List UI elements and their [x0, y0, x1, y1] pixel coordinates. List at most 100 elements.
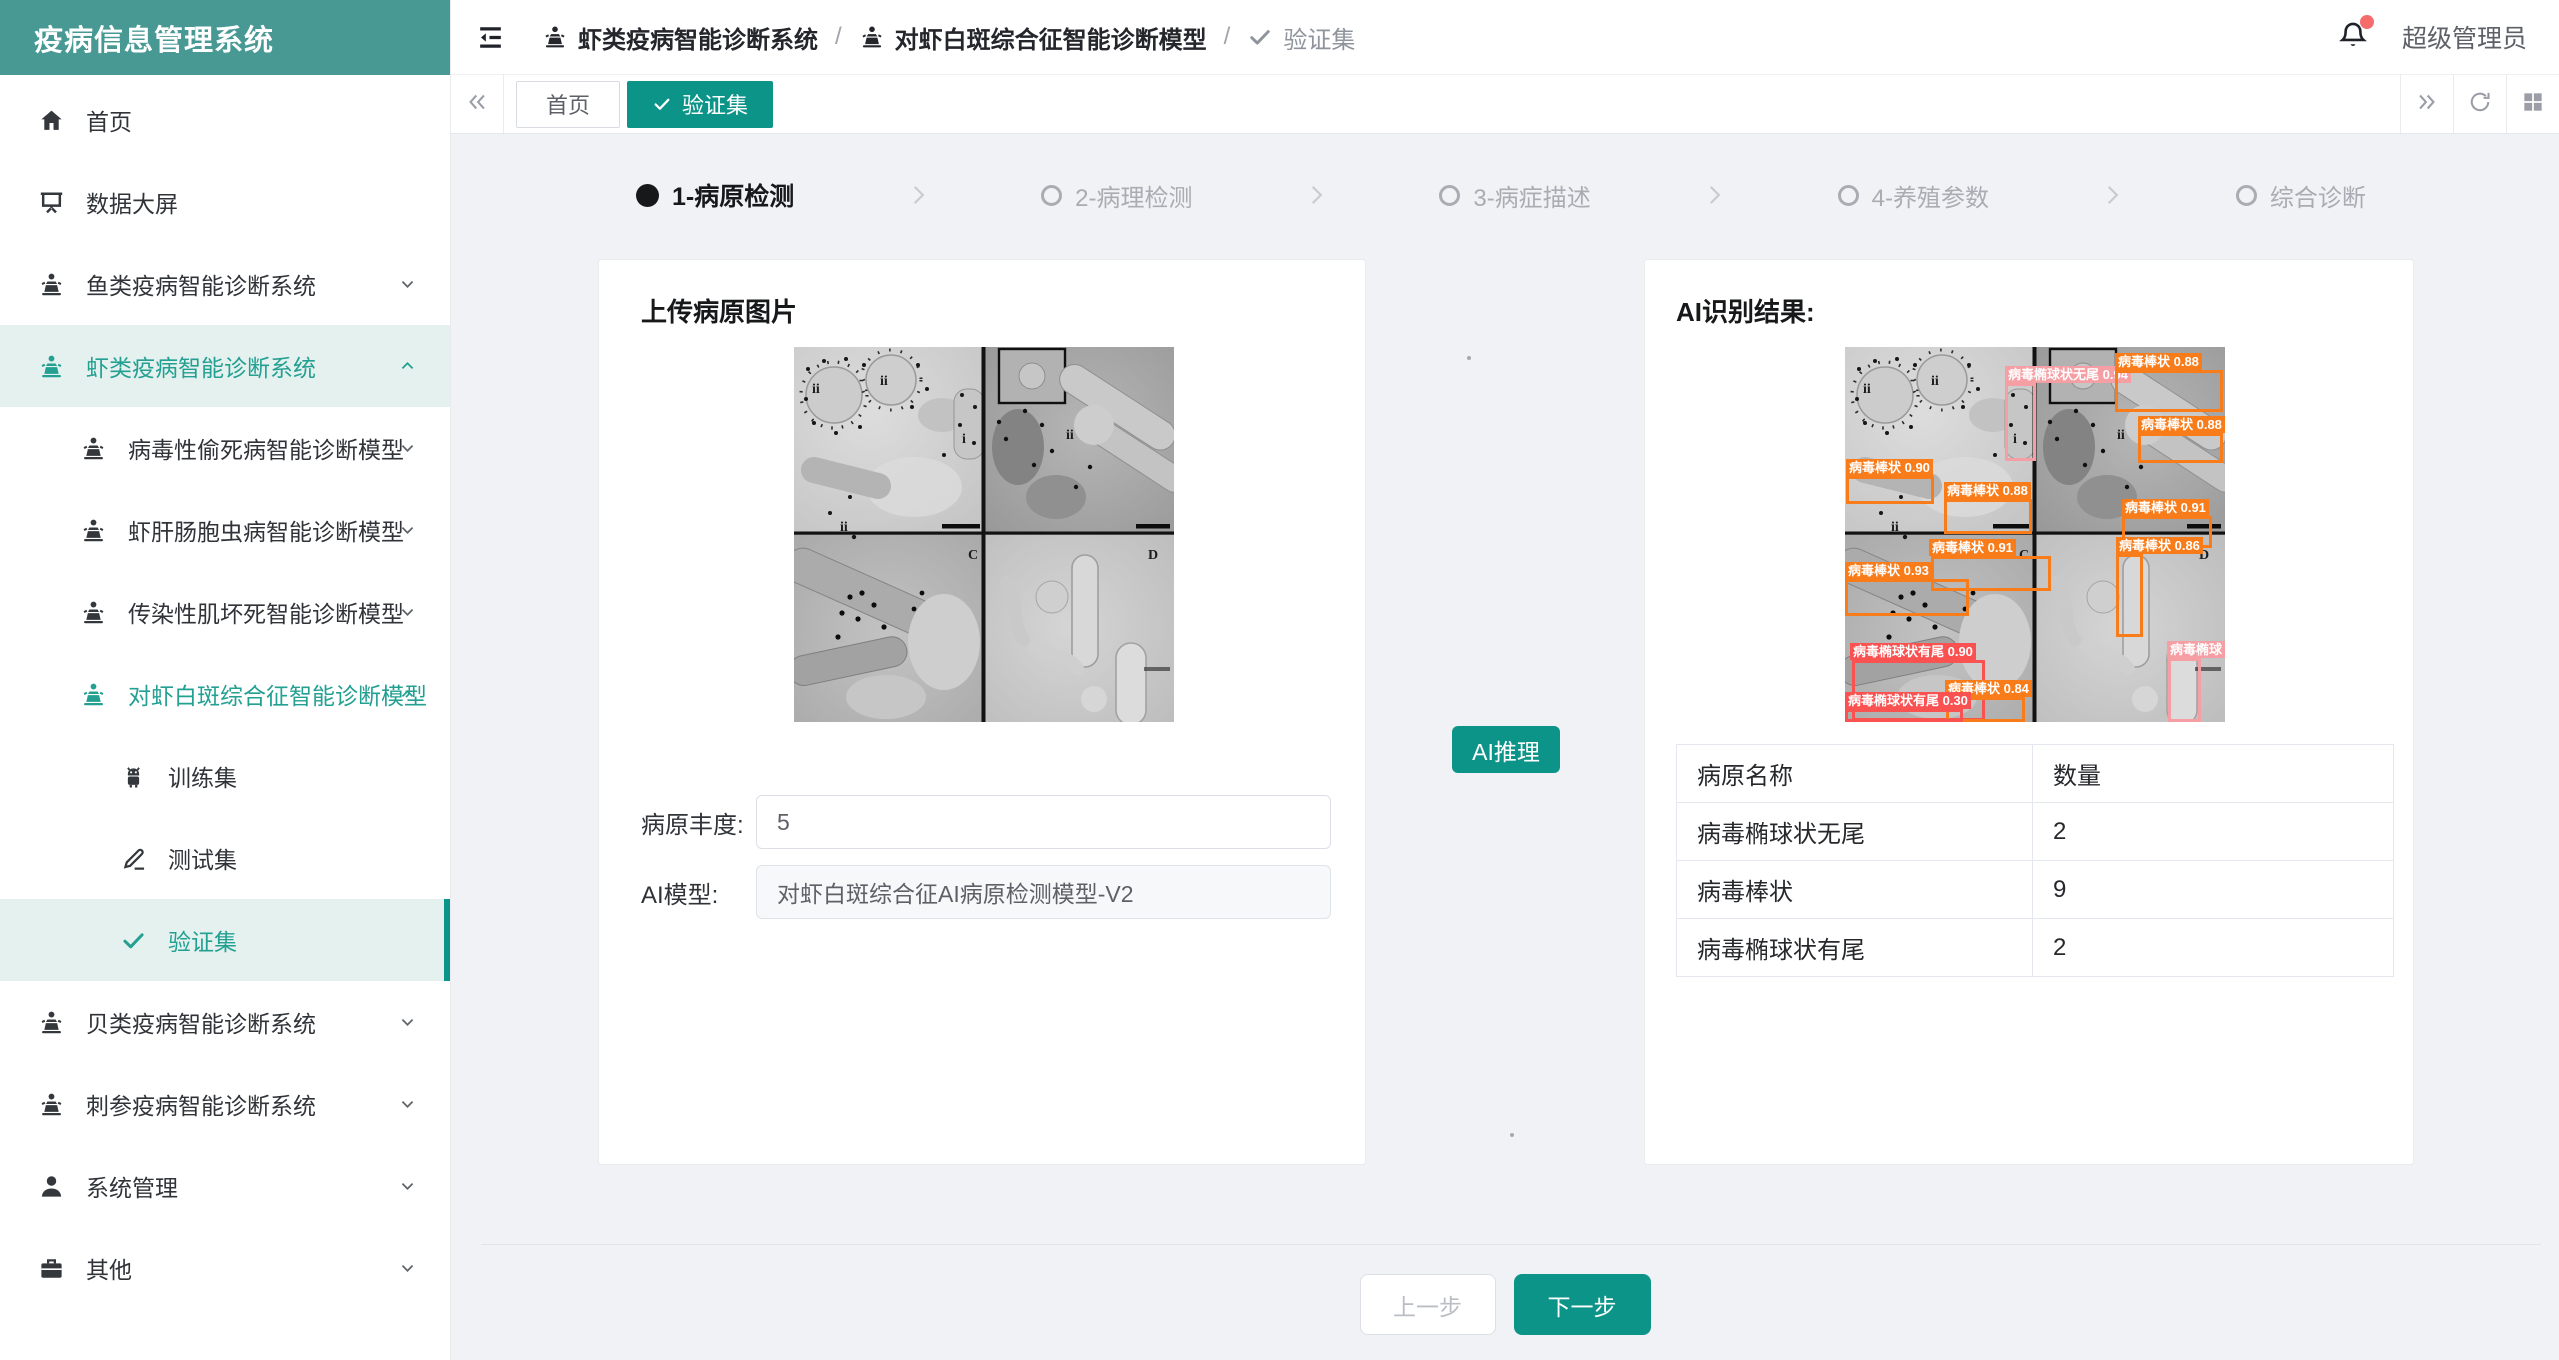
robot-icon [120, 763, 147, 790]
sidebar-item-3[interactable]: 虾类疫病智能诊断系统 [0, 325, 450, 407]
detection-box [1845, 709, 1963, 722]
abundance-row: 病原丰度: [641, 795, 1331, 849]
podium-icon [859, 24, 885, 50]
ai-model-row: AI模型: 对虾白斑综合征AI病原检测模型-V2 [641, 865, 1331, 919]
breadcrumb: 虾类疫病智能诊断系统/对虾白斑综合征智能诊断模型/验证集 [542, 20, 1355, 55]
podium-icon [80, 599, 107, 626]
sidebar-item-0[interactable]: 首页 [0, 79, 450, 161]
check-icon [120, 927, 147, 954]
table-row: 病毒椭球状无尾2 [1677, 803, 2394, 861]
podium-icon [80, 517, 107, 544]
chevron-down-icon [397, 438, 418, 459]
abundance-input[interactable] [756, 795, 1331, 849]
step-chevron-icon [1303, 182, 1329, 208]
sidebar-item-label: 病毒性偷死病智能诊断模型 [128, 431, 404, 465]
sidebar-item-12[interactable]: 刺参疫病智能诊断系统 [0, 1063, 450, 1145]
breadcrumb-item-1[interactable]: 对虾白斑综合征智能诊断模型 [859, 20, 1207, 55]
svg-text:i: i [962, 432, 966, 447]
podium-icon [38, 1009, 65, 1036]
step-chevron-icon [1701, 182, 1727, 208]
sidebar-item-13[interactable]: 系统管理 [0, 1145, 450, 1227]
tab-0[interactable]: 首页 [516, 81, 620, 128]
detection-label: 病毒棒状 0.90 [1846, 459, 1933, 476]
upload-card-title: 上传病原图片 [641, 292, 797, 329]
svg-text:ii: ii [880, 374, 888, 389]
sidebar-item-7[interactable]: 对虾白斑综合征智能诊断模型 [0, 653, 450, 735]
breadcrumb-item-0[interactable]: 虾类疫病智能诊断系统 [542, 20, 818, 55]
sidebar-item-14[interactable]: 其他 [0, 1227, 450, 1309]
sidebar-item-label: 数据大屏 [86, 185, 178, 219]
sidebar: 疫病信息管理系统 首页数据大屏鱼类疫病智能诊断系统虾类疫病智能诊断系统病毒性偷死… [0, 0, 451, 1360]
svg-text:ii: ii [812, 382, 820, 397]
sidebar-item-label: 刺参疫病智能诊断系统 [86, 1087, 316, 1121]
step-chevron-icon [2099, 182, 2125, 208]
step-label: 3-病症描述 [1473, 178, 1590, 213]
ai-inference-button[interactable]: AI推理 [1452, 726, 1560, 773]
chevron-down-icon [397, 1258, 418, 1279]
chevron-down-icon [397, 274, 418, 295]
sidebar-item-2[interactable]: 鱼类疫病智能诊断系统 [0, 243, 450, 325]
menu-fold-icon[interactable] [475, 22, 506, 53]
sidebar-item-8[interactable]: 训练集 [0, 735, 450, 817]
podium-icon [542, 24, 568, 50]
detection-label: 病毒棒状 0.88 [1944, 482, 2031, 499]
refresh-tab-button[interactable] [2453, 75, 2506, 133]
step-5[interactable]: 综合诊断 [2236, 178, 2366, 213]
ai-model-select[interactable]: 对虾白斑综合征AI病原检测模型-V2 [756, 865, 1331, 919]
table-header-row: 病原名称数量 [1677, 745, 2394, 803]
chevron-down-icon [397, 1012, 418, 1033]
breadcrumb-label: 验证集 [1283, 20, 1355, 55]
detection-box [2168, 658, 2201, 722]
sidebar-header: 疫病信息管理系统 [0, 0, 450, 75]
step-3[interactable]: 3-病症描述 [1439, 178, 1590, 213]
table-row: 病毒椭球状有尾2 [1677, 919, 2394, 977]
sidebar-item-label: 鱼类疫病智能诊断系统 [86, 267, 316, 301]
sidebar-item-9[interactable]: 测试集 [0, 817, 450, 899]
step-dot [1838, 185, 1859, 206]
tab-1[interactable]: 验证集 [627, 81, 773, 128]
sidebar-item-1[interactable]: 数据大屏 [0, 161, 450, 243]
chevron-down-icon [397, 520, 418, 541]
main-content: 1-病原检测 2-病理检测 3-病症描述 4-养殖参数 综合诊断 上传病原图片 [451, 134, 2559, 1360]
sidebar-item-4[interactable]: 病毒性偷死病智能诊断模型 [0, 407, 450, 489]
detection-box [2005, 383, 2036, 461]
step-1[interactable]: 1-病原检测 [636, 177, 794, 213]
sidebar-item-6[interactable]: 传染性肌坏死智能诊断模型 [0, 571, 450, 653]
tabs-scroll-left-button[interactable] [451, 75, 504, 133]
sidebar-item-11[interactable]: 贝类疫病智能诊断系统 [0, 981, 450, 1063]
podium-icon [38, 353, 65, 380]
sidebar-item-label: 贝类疫病智能诊断系统 [86, 1005, 316, 1039]
next-step-button[interactable]: 下一步 [1514, 1274, 1651, 1335]
footer-divider [481, 1244, 2541, 1245]
svg-text:ii: ii [1891, 520, 1899, 535]
podium-icon [80, 435, 107, 462]
step-label: 1-病原检测 [672, 177, 794, 213]
step-2[interactable]: 2-病理检测 [1041, 178, 1192, 213]
open-tabs: 首页 验证集 [504, 75, 773, 133]
svg-text:ii: ii [1863, 382, 1871, 397]
sidebar-item-label: 虾肝肠胞虫病智能诊断模型 [128, 513, 404, 547]
sidebar-item-10[interactable]: 验证集 [0, 899, 450, 981]
user-icon [38, 1173, 65, 1200]
podium-icon [38, 271, 65, 298]
table-cell: 2 [2033, 803, 2394, 861]
detection-box [1944, 499, 2032, 534]
chevron-up-icon [397, 684, 418, 705]
previous-step-button[interactable]: 上一步 [1360, 1274, 1496, 1335]
svg-text:ii: ii [2117, 428, 2125, 443]
tab-label: 首页 [546, 88, 590, 120]
check-icon [1247, 24, 1273, 50]
step-4[interactable]: 4-养殖参数 [1838, 178, 1989, 213]
step-dot [636, 184, 659, 207]
sidebar-item-label: 测试集 [168, 841, 237, 875]
tabs-scroll-right-button[interactable] [2400, 75, 2453, 133]
sidebar-item-5[interactable]: 虾肝肠胞虫病智能诊断模型 [0, 489, 450, 571]
detection-label: 病毒棒状 0.88 [2115, 353, 2202, 370]
notification-bell-icon[interactable] [2338, 20, 2368, 55]
tab-layout-grid-button[interactable] [2506, 75, 2559, 133]
tabbar: 首页 验证集 [451, 75, 2559, 134]
sidebar-item-label: 系统管理 [86, 1169, 178, 1203]
svg-text:C: C [968, 548, 978, 563]
ai-model-selected-value: 对虾白斑综合征AI病原检测模型-V2 [777, 875, 1134, 909]
step-dot [2236, 185, 2257, 206]
